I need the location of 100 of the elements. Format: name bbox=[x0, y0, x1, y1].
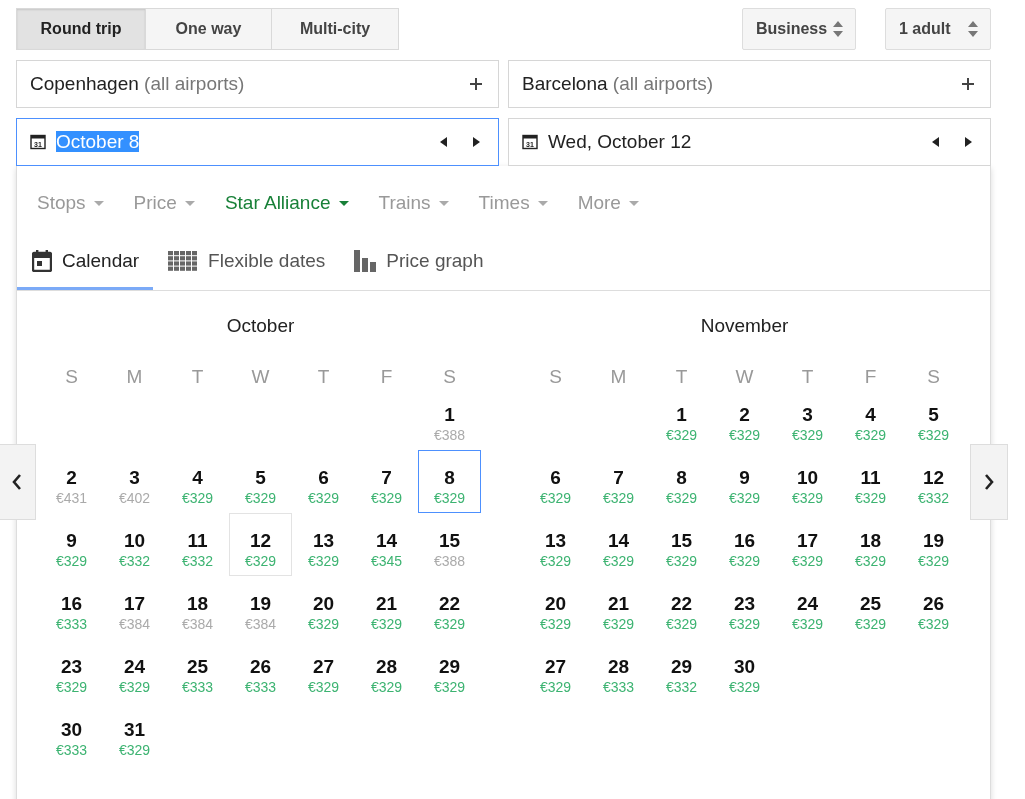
calendar-day[interactable]: 30 €329 bbox=[713, 639, 776, 702]
trip-type-tab[interactable]: One way bbox=[145, 8, 272, 50]
calendar-icon bbox=[32, 249, 52, 272]
calendar-day[interactable]: 11 €329 bbox=[839, 450, 902, 513]
calendar-day[interactable]: 13 €329 bbox=[524, 513, 587, 576]
calendar-day[interactable]: 5 €329 bbox=[229, 450, 292, 513]
next-day-icon[interactable] bbox=[965, 137, 972, 147]
weekday-label: M bbox=[125, 365, 144, 387]
filter-dropdown[interactable]: Star Alliance bbox=[224, 192, 349, 214]
calendar-day[interactable]: 1 €388 bbox=[418, 387, 481, 450]
passengers-value: 1 adult bbox=[899, 20, 951, 38]
airport-field[interactable]: Copenhagen (all airports) bbox=[16, 60, 499, 108]
month-title: October bbox=[225, 315, 296, 338]
trip-type-tab[interactable]: Round trip bbox=[16, 8, 146, 50]
plus-icon[interactable] bbox=[962, 78, 974, 90]
previous-day-icon[interactable] bbox=[932, 137, 939, 147]
calendar-day[interactable]: 3 €329 bbox=[776, 387, 839, 450]
calendar-day[interactable]: 2 €431 bbox=[40, 450, 103, 513]
calendar-day[interactable]: 8 €329 bbox=[650, 450, 713, 513]
chevron-left-icon bbox=[12, 474, 22, 490]
weekday-label: S bbox=[548, 365, 563, 387]
caret-icon bbox=[93, 200, 104, 206]
weekday-label: T bbox=[800, 365, 815, 387]
calendar-day[interactable]: 10 €329 bbox=[776, 450, 839, 513]
calendar-day[interactable]: 16 €329 bbox=[713, 513, 776, 576]
previous-day-icon[interactable] bbox=[440, 137, 447, 147]
calendar-day[interactable]: 23 €329 bbox=[40, 639, 103, 702]
calendar-day[interactable]: 13 €329 bbox=[292, 513, 355, 576]
calendar-day[interactable]: 22 €329 bbox=[650, 576, 713, 639]
calendar-day[interactable]: 23 €329 bbox=[713, 576, 776, 639]
calendar-day[interactable]: 17 €329 bbox=[776, 513, 839, 576]
calendar-day[interactable]: 28 €333 bbox=[587, 639, 650, 702]
calendar-day[interactable]: 30 €333 bbox=[40, 702, 103, 765]
passengers-select[interactable]: 1 adult bbox=[885, 8, 991, 50]
calendar-day[interactable]: 25 €329 bbox=[839, 576, 902, 639]
calendar-day[interactable]: 21 €329 bbox=[355, 576, 418, 639]
calendar-day[interactable]: 16 €333 bbox=[40, 576, 103, 639]
weekday-label: S bbox=[926, 365, 941, 387]
calendar-day[interactable]: 4 €329 bbox=[166, 450, 229, 513]
weekday-label: W bbox=[734, 365, 755, 387]
calendar-day[interactable]: 17 €384 bbox=[103, 576, 166, 639]
calendar-day[interactable]: 22 €329 bbox=[418, 576, 481, 639]
calendar-day[interactable]: 12 €329 bbox=[229, 513, 292, 576]
calendar-day[interactable]: 31 €329 bbox=[103, 702, 166, 765]
cabin-value: Business bbox=[756, 20, 828, 38]
calendar-day[interactable]: 27 €329 bbox=[292, 639, 355, 702]
calendar-day[interactable]: 11 €332 bbox=[166, 513, 229, 576]
calendar-day[interactable]: 15 €388 bbox=[418, 513, 481, 576]
calendar-day[interactable]: 26 €333 bbox=[229, 639, 292, 702]
calendar-day[interactable]: 18 €384 bbox=[166, 576, 229, 639]
view-tab[interactable]: Flexible dates bbox=[153, 234, 340, 290]
calendar-day[interactable]: 7 €329 bbox=[587, 450, 650, 513]
calendar-day[interactable]: 9 €329 bbox=[40, 513, 103, 576]
calendar-day[interactable]: 19 €384 bbox=[229, 576, 292, 639]
caret-icon bbox=[537, 200, 548, 206]
calendar-day[interactable]: 14 €345 bbox=[355, 513, 418, 576]
calendar-day[interactable]: 28 €329 bbox=[355, 639, 418, 702]
calendar-day[interactable]: 25 €333 bbox=[166, 639, 229, 702]
calendar-day[interactable]: 8 €329 bbox=[418, 450, 481, 513]
airport-field[interactable]: Barcelona (all airports) bbox=[508, 60, 991, 108]
calendar-day[interactable]: 27 €329 bbox=[524, 639, 587, 702]
view-tab[interactable]: Calendar bbox=[17, 234, 154, 290]
calendar-day[interactable]: 14 €329 bbox=[587, 513, 650, 576]
airport-name: Copenhagen (all airports) bbox=[30, 73, 246, 95]
calendar-day[interactable]: 2 €329 bbox=[713, 387, 776, 450]
view-tab[interactable]: Price graph bbox=[339, 234, 498, 290]
weekday-label: T bbox=[190, 365, 205, 387]
calendar-day[interactable]: 4 €329 bbox=[839, 387, 902, 450]
weekday-label: F bbox=[863, 365, 878, 387]
calendar-day[interactable]: 10 €332 bbox=[103, 513, 166, 576]
calendar-day[interactable]: 20 €329 bbox=[524, 576, 587, 639]
cabin-select[interactable]: Business bbox=[742, 8, 856, 50]
calendar-day[interactable]: 7 €329 bbox=[355, 450, 418, 513]
calendar-day[interactable]: 29 €332 bbox=[650, 639, 713, 702]
date-value: Wed, October 12 bbox=[548, 131, 693, 153]
calendar-day[interactable]: 6 €329 bbox=[292, 450, 355, 513]
calendar-day[interactable]: 6 €329 bbox=[524, 450, 587, 513]
calendar-day[interactable]: 21 €329 bbox=[587, 576, 650, 639]
caret-icon bbox=[338, 200, 349, 206]
caret-icon bbox=[184, 200, 195, 206]
calendar-day[interactable]: 19 €329 bbox=[902, 513, 965, 576]
bar-chart-icon bbox=[354, 249, 377, 272]
calendar-day[interactable]: 9 €329 bbox=[713, 450, 776, 513]
calendar-day[interactable]: 3 €402 bbox=[103, 450, 166, 513]
calendar-day[interactable]: 26 €329 bbox=[902, 576, 965, 639]
calendar-day[interactable]: 24 €329 bbox=[103, 639, 166, 702]
calendar-day[interactable]: 20 €329 bbox=[292, 576, 355, 639]
calendar-day[interactable]: 12 €332 bbox=[902, 450, 965, 513]
calendar-day[interactable]: 24 €329 bbox=[776, 576, 839, 639]
calendar-day[interactable]: 5 €329 bbox=[902, 387, 965, 450]
weekday-label: S bbox=[442, 365, 457, 387]
next-day-icon[interactable] bbox=[473, 137, 480, 147]
trip-type-tab[interactable]: Multi-city bbox=[271, 8, 399, 50]
caret-icon bbox=[628, 200, 639, 206]
date-value: October 8 bbox=[56, 131, 141, 153]
calendar-day[interactable]: 15 €329 bbox=[650, 513, 713, 576]
calendar-day[interactable]: 18 €329 bbox=[839, 513, 902, 576]
plus-icon[interactable] bbox=[470, 78, 482, 90]
calendar-day[interactable]: 29 €329 bbox=[418, 639, 481, 702]
calendar-day[interactable]: 1 €329 bbox=[650, 387, 713, 450]
